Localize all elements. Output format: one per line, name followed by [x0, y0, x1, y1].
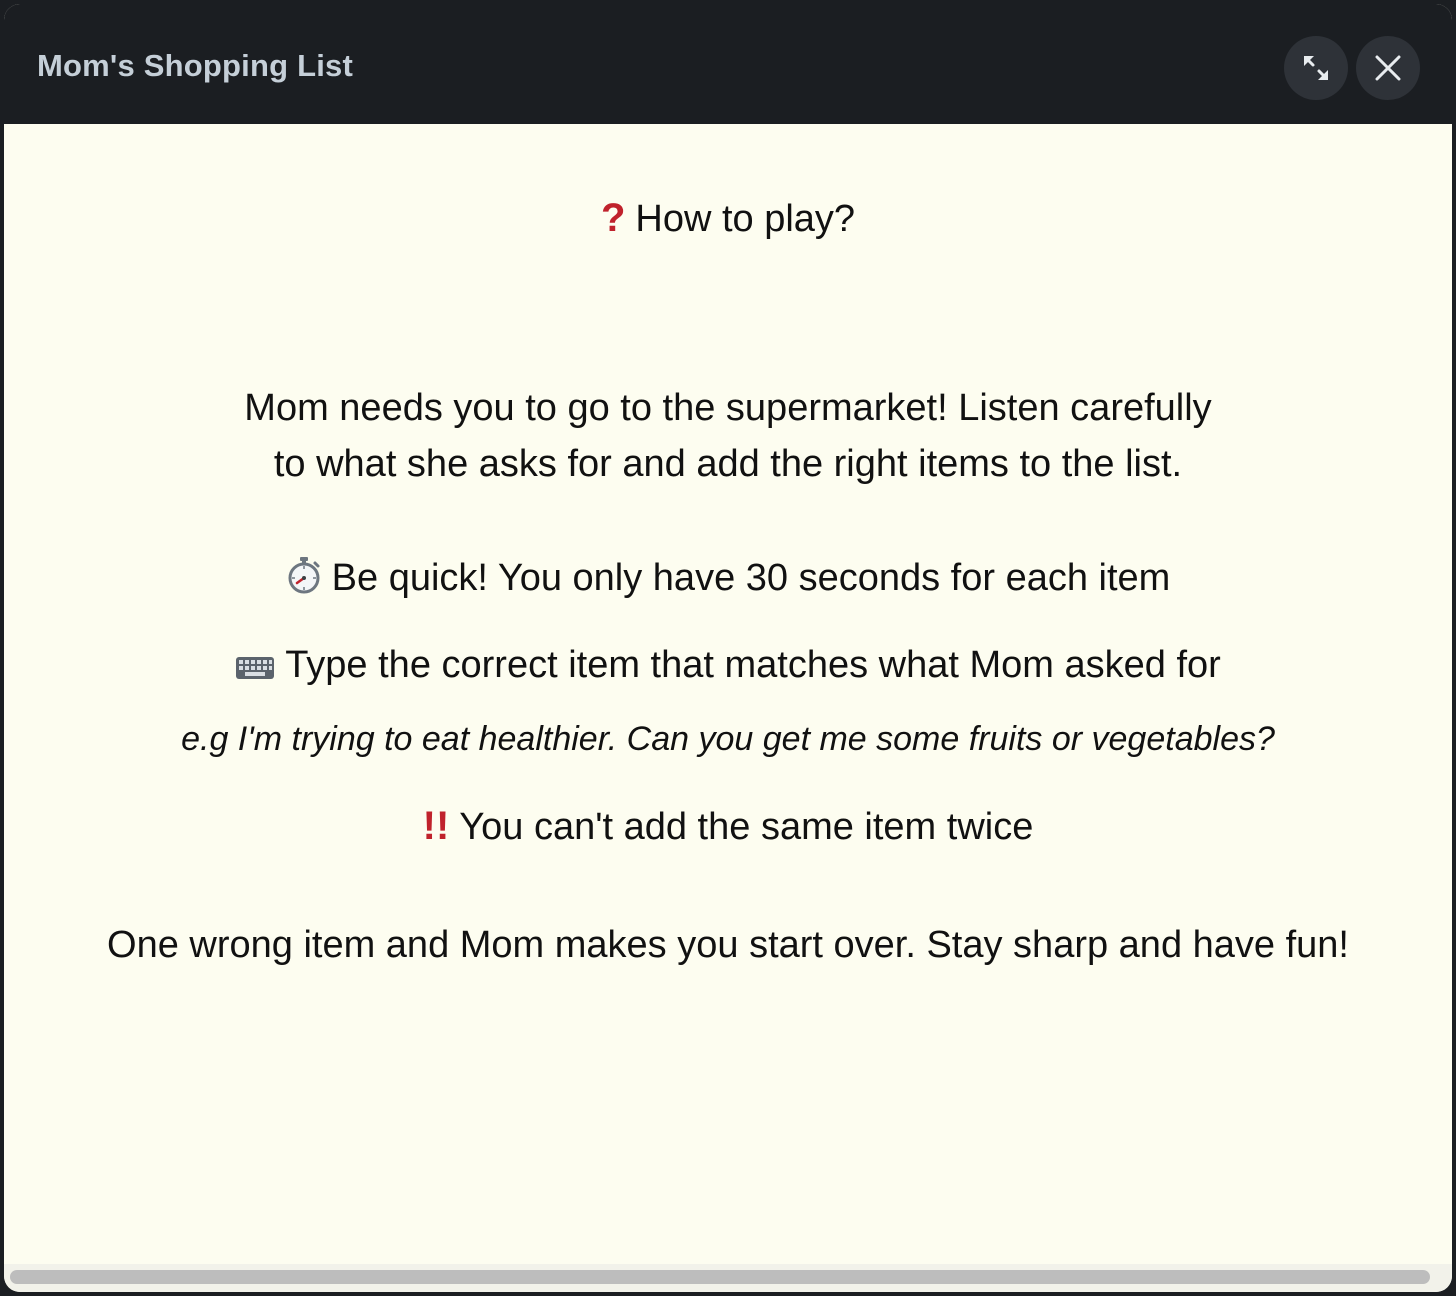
how-to-play-heading: ? How to play?	[4, 196, 1452, 241]
close-x-icon	[1375, 55, 1401, 81]
rule-text: You can't add the same item twice	[459, 806, 1034, 848]
instructions-panel: ? How to play? Mom needs you to go to the…	[4, 124, 1452, 1264]
rule-text: Type the correct item that matches what …	[285, 644, 1221, 686]
close-button[interactable]	[1356, 36, 1420, 100]
scrollbar-thumb[interactable]	[10, 1270, 1430, 1284]
intro-line-2: to what she asks for and add the right i…	[273, 443, 1183, 485]
question-mark-icon: ?	[600, 196, 626, 240]
heading-text: How to play?	[635, 198, 856, 240]
intro-text: Mom needs you to go to the supermarket! …	[4, 380, 1452, 492]
rule-no-duplicates: !! You can't add the same item twice	[4, 804, 1452, 849]
window-title: Mom's Shopping List	[37, 48, 353, 83]
rule-text: Be quick! You only have 30 seconds for e…	[331, 557, 1171, 599]
outro-text: One wrong item and Mom makes you start o…	[107, 924, 1349, 966]
intro-line-1: Mom needs you to go to the supermarket! …	[244, 387, 1212, 429]
rule-time-limit: Be quick! You only have 30 seconds for e…	[4, 556, 1452, 600]
expand-arrows-icon	[1304, 56, 1328, 80]
stopwatch-icon	[288, 557, 320, 594]
game-window: Mom's Shopping List ? How to play? Mom n…	[4, 4, 1452, 1292]
example-text: e.g I'm trying to eat healthier. Can you…	[181, 720, 1275, 758]
title-bar: Mom's Shopping List	[4, 4, 1452, 124]
expand-button[interactable]	[1284, 36, 1348, 100]
double-exclamation-icon: !!	[422, 804, 450, 848]
horizontal-scrollbar[interactable]	[4, 1264, 1452, 1292]
rule-type-item: Type the correct item that matches what …	[4, 644, 1452, 687]
keyboard-icon	[236, 657, 275, 679]
